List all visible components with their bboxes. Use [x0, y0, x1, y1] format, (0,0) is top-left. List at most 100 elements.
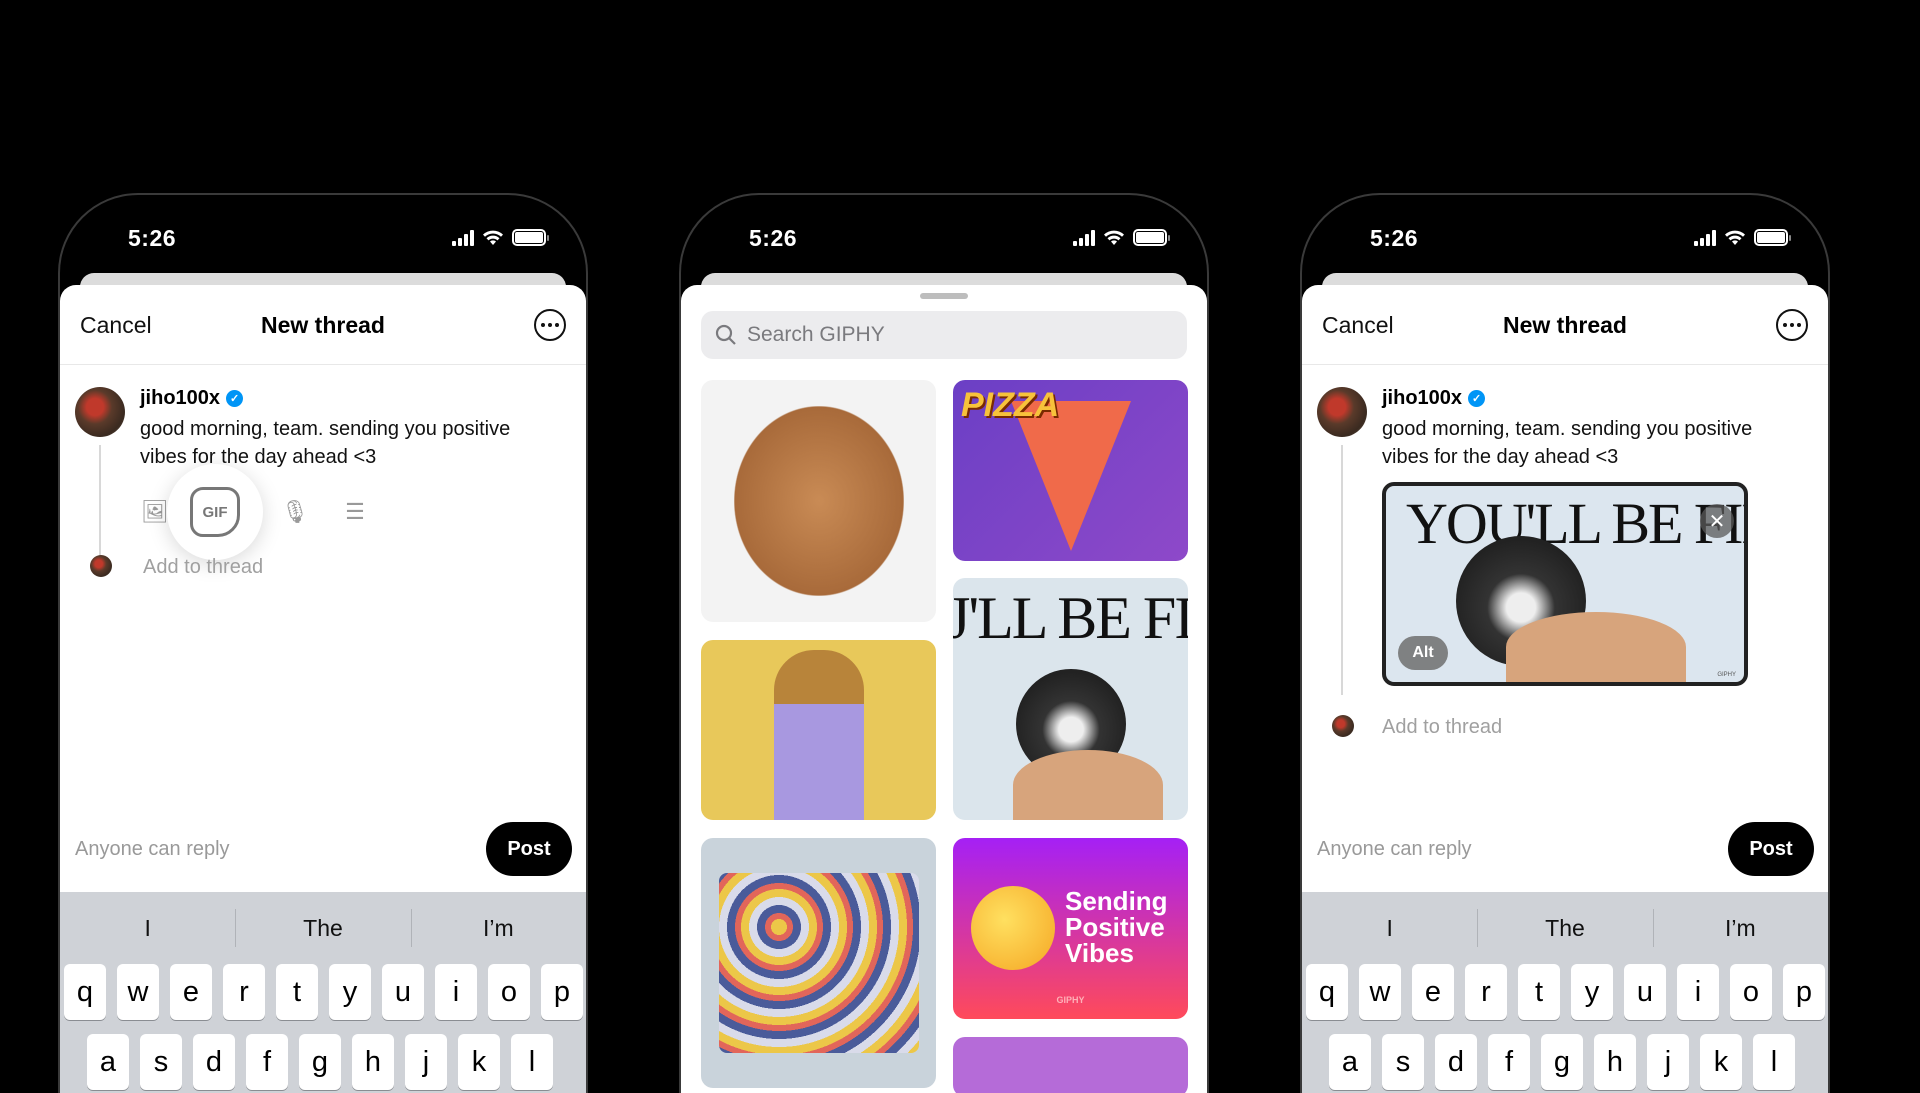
key[interactable]: g	[299, 1034, 341, 1090]
phone-giphy-picker: 5:26 Search GIPHY PIZZA J'LL BE FI Sendi…	[679, 193, 1209, 1093]
key[interactable]: i	[435, 964, 477, 1020]
gif-result-dog-glasses[interactable]	[701, 380, 936, 622]
key[interactable]: l	[1753, 1034, 1795, 1090]
compose-header: Cancel New thread	[1302, 285, 1828, 365]
post-button[interactable]: Post	[486, 822, 572, 876]
status-time: 5:26	[749, 225, 798, 251]
mic-icon[interactable]: 🎙	[280, 497, 310, 527]
signal-icon	[1694, 229, 1716, 246]
status-time: 5:26	[128, 225, 177, 251]
key[interactable]: w	[1359, 964, 1401, 1020]
keyboard-suggestions: I The I’m	[60, 892, 586, 964]
avatar	[75, 387, 125, 437]
verified-badge-icon: ✓	[1468, 390, 1486, 407]
key[interactable]: a	[1329, 1034, 1371, 1090]
key[interactable]: h	[352, 1034, 394, 1090]
add-to-thread[interactable]: Add to thread	[1382, 716, 1502, 739]
key[interactable]: r	[1465, 964, 1507, 1020]
key[interactable]: u	[382, 964, 424, 1020]
page-title: New thread	[1503, 312, 1627, 338]
gif-result-sending-positive-vibes[interactable]: Sending Positive Vibes GIPHY	[953, 838, 1188, 1019]
giphy-search-input[interactable]: Search GIPHY	[701, 311, 1187, 359]
key[interactable]: e	[170, 964, 212, 1020]
status-bar: 5:26	[1302, 219, 1828, 259]
key[interactable]: l	[511, 1034, 553, 1090]
key[interactable]: q	[1306, 964, 1348, 1020]
key[interactable]: f	[1488, 1034, 1530, 1090]
signal-icon	[1073, 229, 1095, 246]
suggestion[interactable]: I’m	[1652, 908, 1828, 947]
status-time: 5:26	[1370, 225, 1419, 251]
post-button[interactable]: Post	[1728, 822, 1814, 876]
wifi-icon	[1104, 230, 1124, 245]
status-bar: 5:26	[681, 219, 1207, 259]
add-to-thread[interactable]: Add to thread	[143, 556, 263, 579]
key[interactable]: k	[1700, 1034, 1742, 1090]
key[interactable]: o	[1730, 964, 1772, 1020]
key[interactable]: y	[1571, 964, 1613, 1020]
thread-line	[1341, 445, 1343, 695]
key[interactable]: h	[1594, 1034, 1636, 1090]
alt-text-button[interactable]: Alt	[1398, 636, 1448, 670]
post-text[interactable]: good morning, team. sending you positive…	[140, 415, 540, 471]
key[interactable]: d	[193, 1034, 235, 1090]
poll-icon[interactable]: ☰	[340, 497, 370, 527]
sheet-grabber[interactable]	[920, 293, 968, 299]
key[interactable]: u	[1624, 964, 1666, 1020]
reply-setting[interactable]: Anyone can reply	[75, 838, 230, 861]
more-options-icon[interactable]	[1776, 309, 1808, 341]
phone-compose-gif-picker: 5:26 Cancel New thread jiho100x ✓ good mo…	[58, 193, 588, 1093]
search-icon	[715, 324, 736, 345]
key[interactable]: y	[329, 964, 371, 1020]
battery-icon	[1133, 229, 1170, 246]
key[interactable]: q	[64, 964, 106, 1020]
more-options-icon[interactable]	[534, 309, 566, 341]
giphy-watermark: GIPHY	[1056, 995, 1085, 1005]
key[interactable]: w	[117, 964, 159, 1020]
avatar-small	[90, 555, 112, 577]
key[interactable]: t	[1518, 964, 1560, 1020]
key[interactable]: p	[1783, 964, 1825, 1020]
post-text[interactable]: good morning, team. sending you positive…	[1382, 415, 1782, 471]
attached-gif[interactable]: YOU'LL BE FINE ✕ Alt GIPHY	[1382, 482, 1748, 686]
suggestion[interactable]: I’m	[410, 908, 586, 947]
key[interactable]: i	[1677, 964, 1719, 1020]
key[interactable]: f	[246, 1034, 288, 1090]
gif-button[interactable]: GIF	[167, 464, 263, 560]
reply-setting[interactable]: Anyone can reply	[1317, 838, 1472, 861]
suggestion[interactable]: The	[1477, 908, 1652, 947]
gallery-icon[interactable]: 🖼	[140, 497, 170, 527]
battery-icon	[1754, 229, 1791, 246]
key[interactable]: g	[1541, 1034, 1583, 1090]
suggestion[interactable]: I	[1302, 915, 1477, 942]
key[interactable]: d	[1435, 1034, 1477, 1090]
giphy-watermark: GIPHY	[1717, 672, 1736, 678]
gif-icon: GIF	[190, 487, 240, 537]
key[interactable]: p	[541, 964, 583, 1020]
signal-icon	[452, 229, 474, 246]
gif-result-youll-be-fine[interactable]: J'LL BE FI	[953, 578, 1188, 820]
username: jiho100x ✓	[1382, 387, 1486, 410]
status-bar: 5:26	[60, 219, 586, 259]
gif-result-emoji-toys[interactable]	[701, 838, 936, 1088]
key[interactable]: j	[1647, 1034, 1689, 1090]
key[interactable]: s	[1382, 1034, 1424, 1090]
key[interactable]: j	[405, 1034, 447, 1090]
key[interactable]: r	[223, 964, 265, 1020]
gif-result-girl-sunglasses[interactable]	[701, 640, 936, 820]
remove-gif-close-icon[interactable]: ✕	[1700, 504, 1734, 538]
giphy-sheet: Search GIPHY PIZZA J'LL BE FI Sending Po…	[681, 285, 1207, 1093]
avatar-small	[1332, 715, 1354, 737]
key[interactable]: t	[276, 964, 318, 1020]
key[interactable]: a	[87, 1034, 129, 1090]
phone-compose-with-gif: 5:26 Cancel New thread jiho100x ✓ good mo…	[1300, 193, 1830, 1093]
key[interactable]: s	[140, 1034, 182, 1090]
key[interactable]: k	[458, 1034, 500, 1090]
suggestion[interactable]: The	[235, 908, 410, 947]
suggestion[interactable]: I	[60, 915, 235, 942]
page-title: New thread	[261, 312, 385, 338]
key[interactable]: o	[488, 964, 530, 1020]
gif-result-person[interactable]	[953, 1037, 1188, 1093]
gif-result-pizza[interactable]: PIZZA	[953, 380, 1188, 561]
key[interactable]: e	[1412, 964, 1454, 1020]
